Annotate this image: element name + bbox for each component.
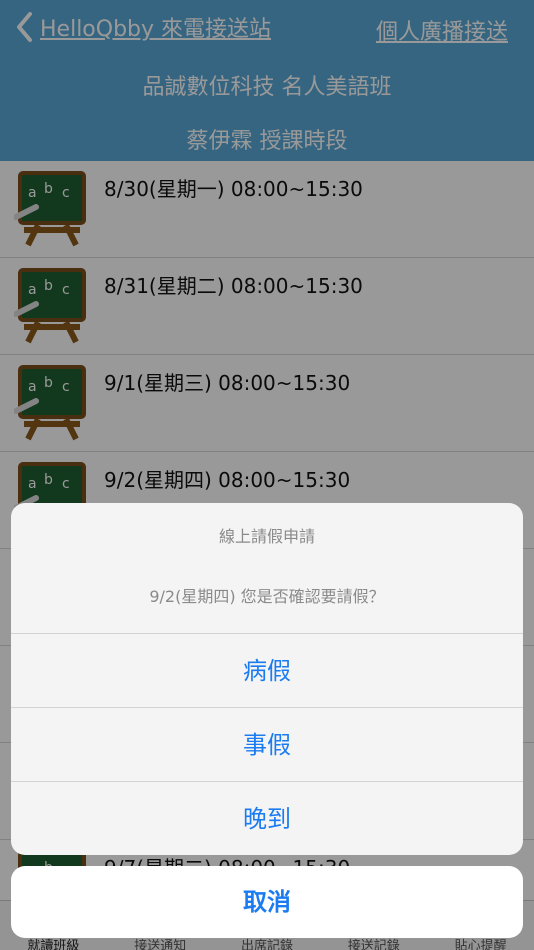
cancel-button[interactable]: 取消 [11,866,523,938]
late-arrival-button[interactable]: 晚到 [11,781,523,855]
action-sheet-message: 9/2(星期四) 您是否確認要請假？ [149,587,385,606]
leave-request-action-sheet: 線上請假申請 9/2(星期四) 您是否確認要請假？ 病假 事假 晚到 [11,503,523,855]
personal-leave-button[interactable]: 事假 [11,707,523,781]
action-sheet-title: 線上請假申請 [218,527,315,546]
sick-leave-button[interactable]: 病假 [11,633,523,707]
